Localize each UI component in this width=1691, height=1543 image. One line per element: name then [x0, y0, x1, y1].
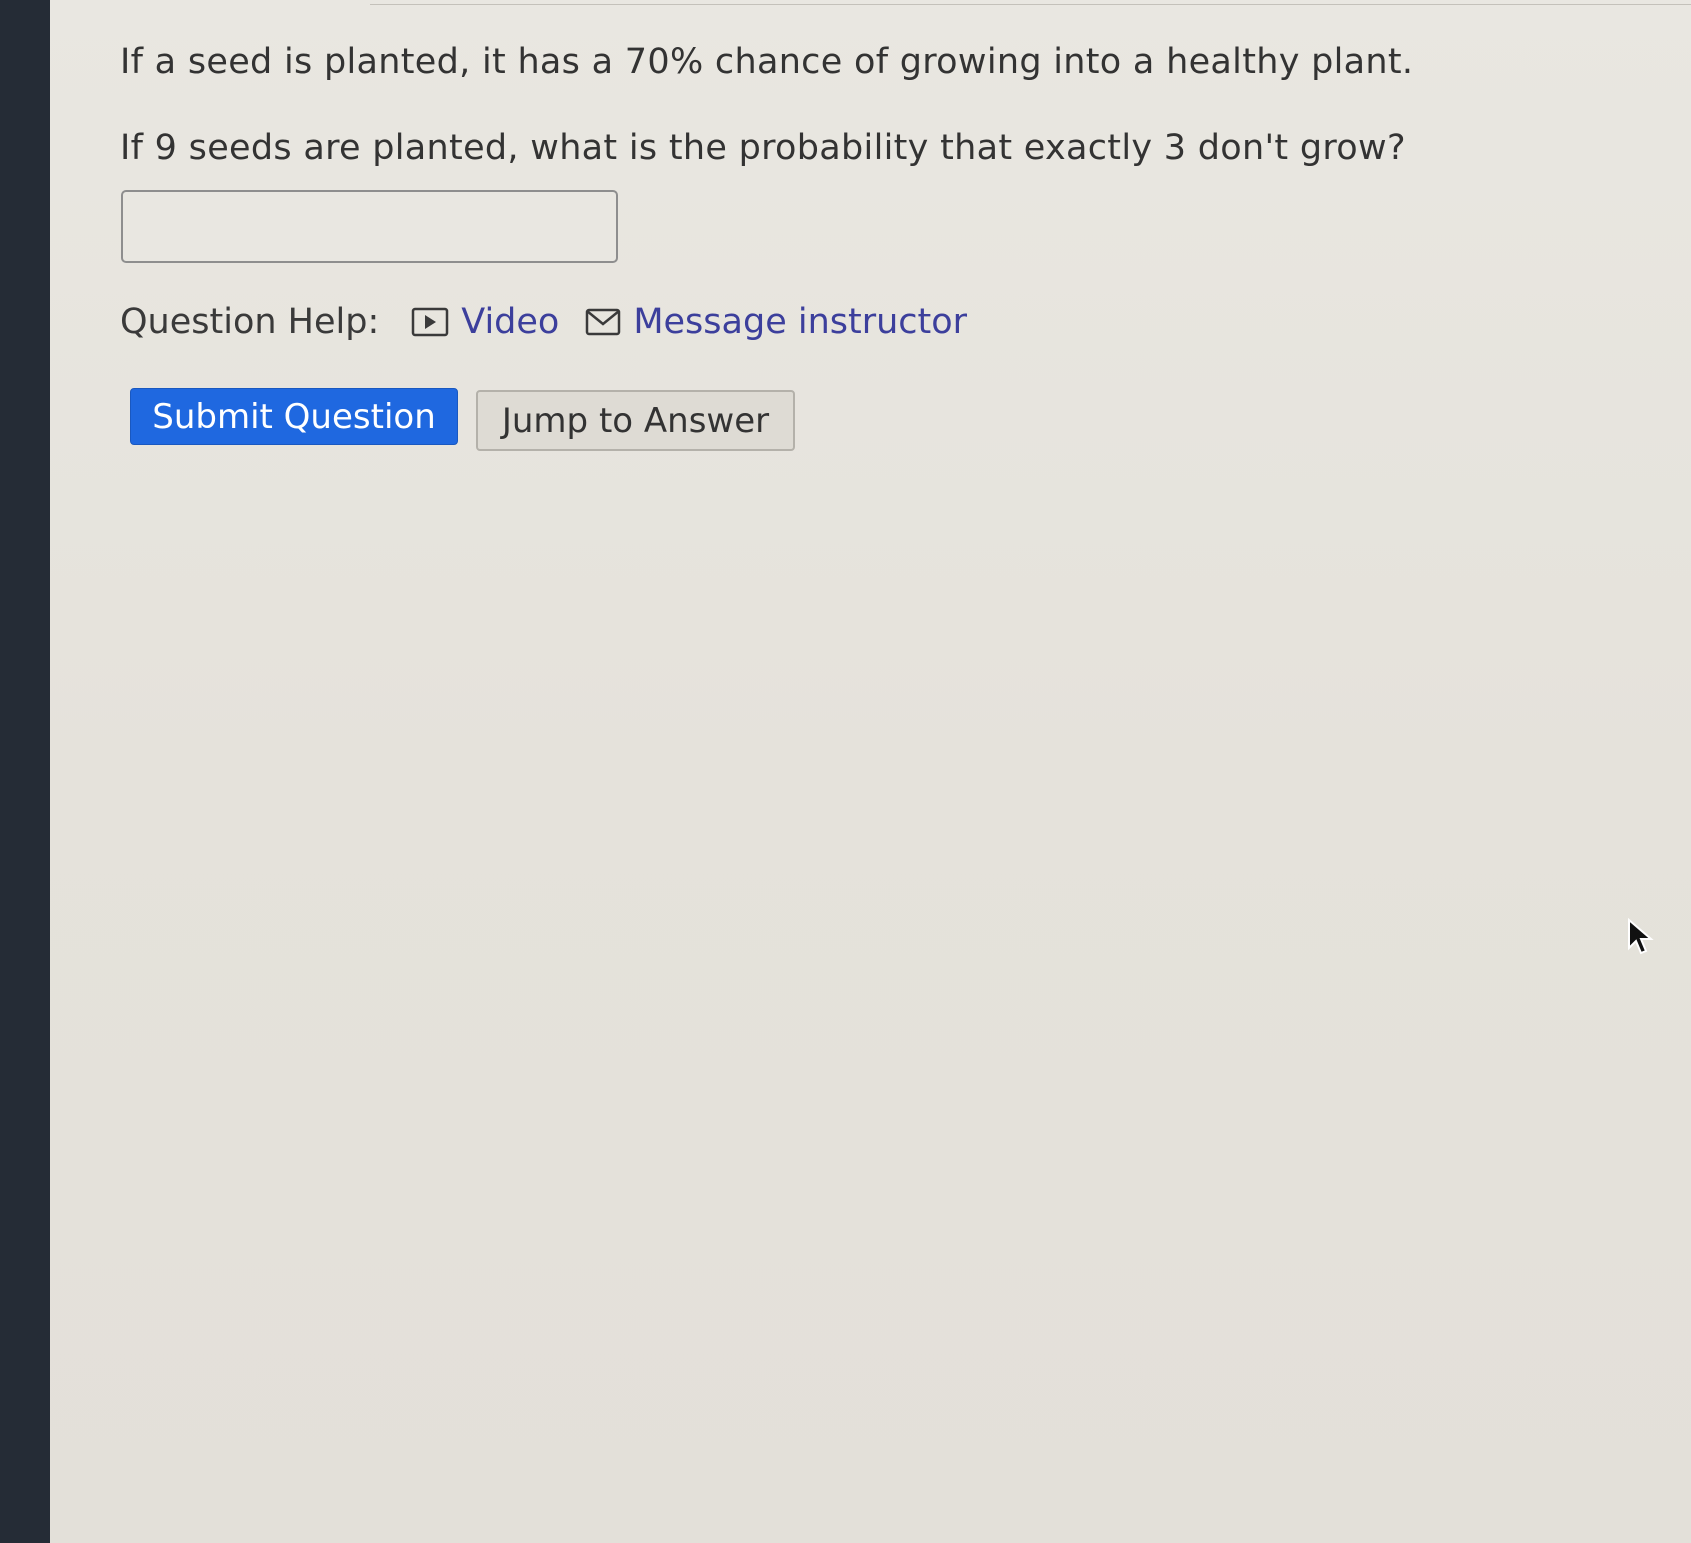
question-prompt: If 9 seeds are planted, what is the prob… — [120, 128, 1406, 168]
screen-bezel — [0, 0, 50, 1543]
envelope-icon — [585, 308, 621, 336]
submit-question-button[interactable]: Submit Question — [130, 388, 458, 445]
video-link-label: Video — [461, 302, 560, 342]
message-instructor-link[interactable]: Message instructor — [585, 302, 967, 342]
jump-to-answer-button[interactable]: Jump to Answer — [476, 390, 795, 451]
question-help-row: Question Help: Video Message instructor — [120, 298, 993, 346]
mouse-pointer-icon — [1627, 917, 1655, 962]
top-divider — [370, 4, 1691, 5]
play-icon — [411, 307, 449, 337]
question-help-label: Question Help: — [120, 302, 380, 342]
answer-input[interactable] — [121, 190, 618, 263]
video-link[interactable]: Video — [411, 302, 559, 342]
question-statement: If a seed is planted, it has a 70% chanc… — [120, 42, 1414, 82]
message-instructor-label: Message instructor — [633, 302, 968, 342]
